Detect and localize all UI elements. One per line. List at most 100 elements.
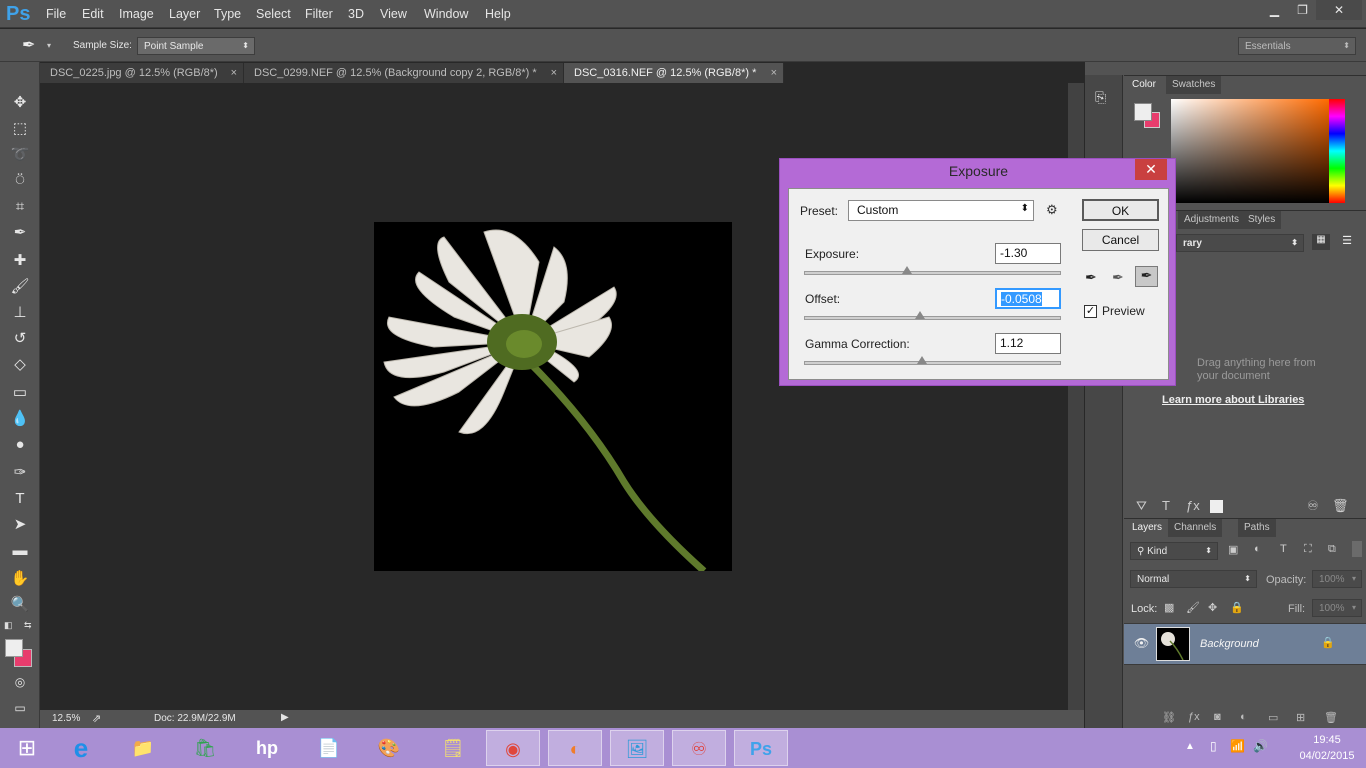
menu-3d[interactable]: 3D — [348, 7, 364, 21]
filter-kind-dropdown[interactable]: ⚲ Kind ⬍ — [1130, 542, 1218, 560]
filter-adjustment-icon[interactable]: ◐ — [1254, 543, 1261, 555]
opacity-input[interactable]: 100% ▾ — [1312, 570, 1362, 588]
move-tool-icon[interactable]: ✥ — [9, 92, 31, 114]
clock-date[interactable]: 04/02/2015 — [1297, 750, 1357, 762]
gamma-slider[interactable] — [804, 356, 1061, 365]
clone-stamp-tool-icon[interactable]: ⊥ — [9, 302, 31, 324]
set-white-point-eyedropper-icon[interactable]: ✒ — [1135, 266, 1158, 287]
delete-layer-icon[interactable]: 🗑 — [1324, 711, 1338, 724]
close-button[interactable]: ✕ — [1316, 0, 1362, 20]
filter-toggle[interactable] — [1352, 541, 1362, 557]
new-layer-icon[interactable]: ⊞ — [1296, 711, 1305, 724]
foreground-color-swatch[interactable] — [5, 639, 23, 657]
menu-select[interactable]: Select — [256, 7, 291, 21]
sticky-notes-icon[interactable]: 🗒 — [426, 730, 480, 766]
default-colors-icon[interactable]: ◧ — [4, 620, 13, 631]
trash-icon[interactable]: 🗑 — [1332, 498, 1349, 514]
hp-icon[interactable]: hp — [240, 730, 294, 766]
layer-name[interactable]: Background — [1200, 638, 1259, 650]
menu-filter[interactable]: Filter — [305, 7, 333, 21]
ok-button[interactable]: OK — [1082, 199, 1159, 221]
windows-store-icon[interactable]: 🛍 — [178, 730, 232, 766]
windows-start-icon[interactable]: ⊞ — [0, 730, 54, 766]
swap-colors-icon[interactable]: ⇆ — [24, 620, 32, 631]
menu-file[interactable]: File — [46, 7, 66, 21]
pen-tool-icon[interactable]: ✑ — [9, 462, 31, 484]
zoom-tool-icon[interactable]: 🔍 — [9, 594, 31, 616]
cancel-button[interactable]: Cancel — [1082, 229, 1159, 251]
chrome-icon[interactable]: ◉ — [486, 730, 540, 766]
add-color-icon[interactable] — [1210, 500, 1223, 513]
set-black-point-eyedropper-icon[interactable]: ✒ — [1085, 269, 1097, 286]
layer-mask-icon[interactable]: ◙ — [1214, 711, 1221, 723]
tab-color[interactable]: Color — [1126, 76, 1162, 94]
gradient-tool-icon[interactable]: ▭ — [9, 382, 31, 404]
internet-explorer-icon[interactable]: e — [54, 730, 108, 766]
set-gray-point-eyedropper-icon[interactable]: ✒ — [1112, 269, 1124, 286]
zoom-level[interactable]: 12.5% — [52, 713, 80, 724]
menu-edit[interactable]: Edit — [82, 7, 104, 21]
close-tab-icon[interactable]: × — [551, 63, 557, 83]
photo-viewer-icon[interactable]: 🖼 — [610, 730, 664, 766]
tab-dsc-0225[interactable]: DSC_0225.jpg @ 12.5% (RGB/8*) × — [40, 63, 244, 83]
menu-view[interactable]: View — [380, 7, 407, 21]
blur-tool-icon[interactable]: 💧 — [9, 408, 31, 430]
brush-tool-icon[interactable]: 🖌 — [9, 276, 31, 298]
history-brush-tool-icon[interactable]: ↺ — [9, 328, 31, 350]
tab-adjustments[interactable]: Adjustments — [1178, 211, 1246, 229]
hue-slider[interactable] — [1329, 99, 1345, 203]
offset-slider-thumb[interactable] — [914, 311, 925, 319]
healing-brush-tool-icon[interactable]: ✚ — [9, 250, 31, 272]
grid-view-icon[interactable]: ▦ — [1312, 234, 1330, 250]
lock-transparent-icon[interactable]: ▩ — [1164, 601, 1174, 614]
tab-swatches[interactable]: Swatches — [1166, 76, 1222, 94]
marquee-tool-icon[interactable]: ⬚ — [9, 118, 31, 140]
close-tab-icon[interactable]: × — [231, 63, 237, 83]
offset-slider[interactable] — [804, 311, 1061, 320]
link-layers-icon[interactable]: ⛓ — [1162, 711, 1176, 724]
visibility-eye-icon[interactable]: 👁 — [1134, 636, 1149, 650]
dialog-close-button[interactable]: ✕ — [1135, 159, 1167, 180]
layer-row-background[interactable]: 👁 Background 🔒 — [1124, 623, 1366, 665]
file-explorer-icon[interactable]: 📁 — [116, 730, 170, 766]
panel-foreground-swatch[interactable] — [1134, 103, 1152, 121]
volume-icon[interactable]: 🔊 — [1253, 739, 1268, 753]
menu-type[interactable]: Type — [214, 7, 241, 21]
type-tool-icon[interactable]: T — [9, 488, 31, 510]
screen-mode-icon[interactable]: ▭ — [9, 697, 31, 719]
menu-help[interactable]: Help — [485, 7, 511, 21]
rectangle-tool-icon[interactable]: ▬ — [9, 540, 31, 562]
filter-pixel-icon[interactable]: ▣ — [1228, 543, 1238, 556]
share-icon[interactable]: ⇗ — [92, 712, 101, 725]
network-signal-icon[interactable]: 📶 — [1230, 739, 1245, 753]
exposure-slider-thumb[interactable] — [902, 266, 912, 274]
quick-mask-icon[interactable]: ◎ — [9, 671, 31, 693]
new-adjustment-icon[interactable]: ◐ — [1240, 711, 1247, 723]
fill-input[interactable]: 100% ▾ — [1312, 599, 1362, 617]
close-tab-icon[interactable]: × — [771, 63, 777, 83]
layer-style-icon[interactable]: ƒx — [1188, 711, 1200, 723]
lock-image-icon[interactable]: 🖌 — [1186, 601, 1200, 614]
gamma-slider-thumb[interactable] — [917, 356, 928, 364]
tab-styles[interactable]: Styles — [1242, 211, 1282, 229]
blend-mode-dropdown[interactable]: Normal ⬍ — [1130, 570, 1257, 588]
quick-select-tool-icon[interactable]: ⍥ — [9, 170, 31, 192]
paint-icon[interactable]: 🎨 — [362, 730, 416, 766]
menu-image[interactable]: Image — [119, 7, 154, 21]
photoshop-taskbar-icon[interactable]: Ps — [734, 730, 788, 766]
tab-dsc-0299[interactable]: DSC_0299.NEF @ 12.5% (Background copy 2,… — [244, 63, 564, 83]
menu-layer[interactable]: Layer — [169, 7, 200, 21]
filter-smart-object-icon[interactable]: ⧉ — [1328, 543, 1336, 556]
offset-input[interactable]: -0.0508 — [995, 288, 1061, 309]
origin-icon[interactable]: ◐ — [548, 730, 602, 766]
list-view-icon[interactable]: ☰ — [1338, 234, 1356, 250]
lasso-tool-icon[interactable]: ➰ — [9, 144, 31, 166]
gamma-input[interactable]: 1.12 — [995, 333, 1061, 354]
preview-checkbox[interactable]: ✓ — [1084, 305, 1097, 318]
dodge-tool-icon[interactable]: ● — [9, 434, 31, 456]
path-select-tool-icon[interactable]: ➤ — [9, 514, 31, 536]
eyedropper-tool-icon[interactable]: ✒ — [9, 222, 31, 244]
tab-channels[interactable]: Channels — [1168, 519, 1223, 537]
history-panel-icon[interactable]: ⎘ — [1095, 89, 1106, 106]
workspace-dropdown[interactable]: Essentials ⬍ — [1238, 37, 1356, 55]
